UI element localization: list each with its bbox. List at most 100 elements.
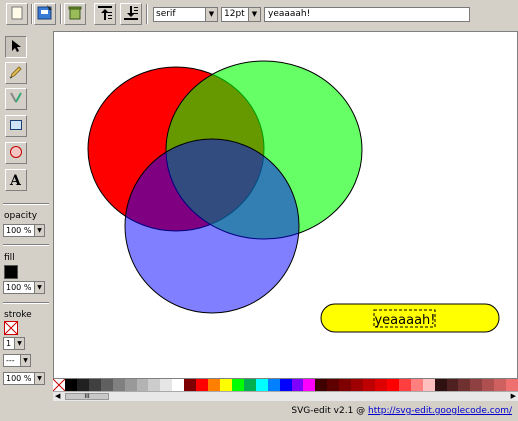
- palette-swatch[interactable]: [136, 379, 149, 391]
- fill-opacity-select[interactable]: 100 % ▼: [3, 281, 45, 294]
- fill-label: fill: [4, 253, 15, 263]
- palette-swatch[interactable]: [65, 379, 77, 391]
- delete-button[interactable]: [64, 3, 86, 25]
- palette-swatch[interactable]: [410, 379, 423, 391]
- pen-line-icon: [9, 91, 23, 108]
- select-tool-button[interactable]: [5, 36, 27, 58]
- no-color-swatch[interactable]: [53, 379, 65, 391]
- credit-prefix: SVG-edit v2.1 @: [291, 406, 369, 416]
- palette-swatch[interactable]: [124, 379, 137, 391]
- color-palette: [53, 379, 518, 391]
- canvas-text-element[interactable]: yeaaaah!: [374, 313, 435, 328]
- credit-text: SVG-edit v2.1 @ http://svg-edit.googleco…: [291, 406, 512, 416]
- stroke-width-select[interactable]: 1 ▼: [3, 337, 25, 350]
- toolbar-separator: [60, 4, 62, 24]
- text-icon: A: [9, 172, 23, 189]
- opacity-select[interactable]: 100 % ▼: [3, 224, 45, 237]
- pencil-tool-button[interactable]: [5, 62, 27, 84]
- trash-icon: [67, 5, 83, 24]
- palette-swatch[interactable]: [172, 379, 185, 391]
- palette-swatch[interactable]: [351, 379, 364, 391]
- palette-swatch[interactable]: [339, 379, 352, 391]
- stroke-opacity-value: 100 %: [6, 374, 32, 383]
- palette-swatch[interactable]: [160, 379, 173, 391]
- tools-panel: A opacity 100 % ▼ fill 100 % ▼ stroke 1 …: [0, 30, 52, 392]
- stroke-width-value: 1: [6, 339, 12, 348]
- palette-swatch[interactable]: [100, 379, 113, 391]
- palette-swatch[interactable]: [267, 379, 280, 391]
- scroll-thumb[interactable]: III: [65, 393, 109, 400]
- palette-swatch[interactable]: [458, 379, 471, 391]
- stroke-opacity-select[interactable]: 100 % ▼: [3, 372, 45, 385]
- chevron-down-icon: ▼: [20, 355, 30, 366]
- text-content-value: yeaaaah!: [268, 9, 311, 19]
- palette-swatch[interactable]: [219, 379, 232, 391]
- stroke-dash-value: ---: [6, 356, 15, 365]
- palette-swatch[interactable]: [208, 379, 220, 391]
- palette-swatch[interactable]: [148, 379, 161, 391]
- chevron-down-icon: ▼: [34, 373, 44, 384]
- fill-opacity-value: 100 %: [6, 283, 32, 292]
- palette-swatch[interactable]: [303, 379, 316, 391]
- ellipse-tool-button[interactable]: [5, 142, 27, 164]
- palette-swatch[interactable]: [315, 379, 328, 391]
- palette-swatch[interactable]: [255, 379, 268, 391]
- font-family-select[interactable]: serif ▼: [153, 7, 218, 22]
- horizontal-scrollbar[interactable]: ◀ III ▶: [53, 391, 518, 401]
- stroke-color-swatch[interactable]: [4, 321, 18, 335]
- save-button[interactable]: [34, 3, 56, 25]
- palette-swatch[interactable]: [422, 379, 435, 391]
- stroke-dash-select[interactable]: --- ▼: [3, 354, 31, 367]
- stroke-label: stroke: [4, 310, 32, 320]
- palette-swatch[interactable]: [470, 379, 483, 391]
- project-link[interactable]: http://svg-edit.googlecode.com/: [368, 406, 512, 416]
- palette-swatch[interactable]: [76, 379, 89, 391]
- palette-swatch[interactable]: [398, 379, 411, 391]
- palette-swatch[interactable]: [506, 379, 518, 391]
- palette-swatch[interactable]: [112, 379, 125, 391]
- move-to-top-button[interactable]: [94, 3, 116, 25]
- chevron-down-icon: ▼: [205, 8, 217, 21]
- chevron-down-icon: ▼: [248, 8, 260, 21]
- palette-swatch[interactable]: [196, 379, 209, 391]
- toolbar-separator: [146, 4, 148, 24]
- palette-swatch[interactable]: [243, 379, 256, 391]
- top-toolbar: serif ▼ 12pt ▼ yeaaaah!: [0, 0, 518, 30]
- palette-swatch[interactable]: [446, 379, 459, 391]
- palette-swatch[interactable]: [231, 379, 244, 391]
- move-to-bottom-button[interactable]: [120, 3, 142, 25]
- scroll-thumb-grip: III: [84, 393, 90, 400]
- rectangle-tool-button[interactable]: [5, 115, 27, 137]
- opacity-value: 100 %: [6, 226, 32, 235]
- toolbar-separator: [31, 4, 33, 24]
- pointer-icon: [9, 39, 23, 56]
- blue-ellipse[interactable]: [124, 138, 300, 314]
- palette-swatch[interactable]: [279, 379, 292, 391]
- divider: [3, 203, 49, 205]
- line-tool-button[interactable]: [5, 88, 27, 110]
- divider: [3, 302, 49, 304]
- scroll-left-icon[interactable]: ◀: [55, 392, 60, 400]
- palette-swatch[interactable]: [374, 379, 387, 391]
- palette-swatch[interactable]: [327, 379, 340, 391]
- text-tool-button[interactable]: A: [5, 169, 27, 191]
- text-content-input[interactable]: yeaaaah!: [264, 7, 470, 22]
- save-icon: [37, 4, 53, 24]
- new-document-button[interactable]: [6, 3, 28, 25]
- palette-swatch[interactable]: [291, 379, 304, 391]
- palette-swatch[interactable]: [494, 379, 507, 391]
- divider: [3, 244, 49, 246]
- scroll-right-icon[interactable]: ▶: [511, 392, 516, 400]
- palette-swatch[interactable]: [386, 379, 399, 391]
- chevron-down-icon: ▼: [34, 282, 44, 293]
- font-family-value: serif: [156, 9, 176, 19]
- palette-swatch[interactable]: [434, 379, 447, 391]
- palette-swatch[interactable]: [88, 379, 101, 391]
- font-size-select[interactable]: 12pt ▼: [221, 7, 261, 22]
- palette-swatch[interactable]: [363, 379, 375, 391]
- fill-color-swatch[interactable]: [4, 265, 18, 279]
- palette-swatch[interactable]: [482, 379, 495, 391]
- circle-icon: [9, 145, 23, 162]
- drawing-canvas[interactable]: yeaaaah!: [53, 31, 518, 379]
- palette-swatch[interactable]: [184, 379, 197, 391]
